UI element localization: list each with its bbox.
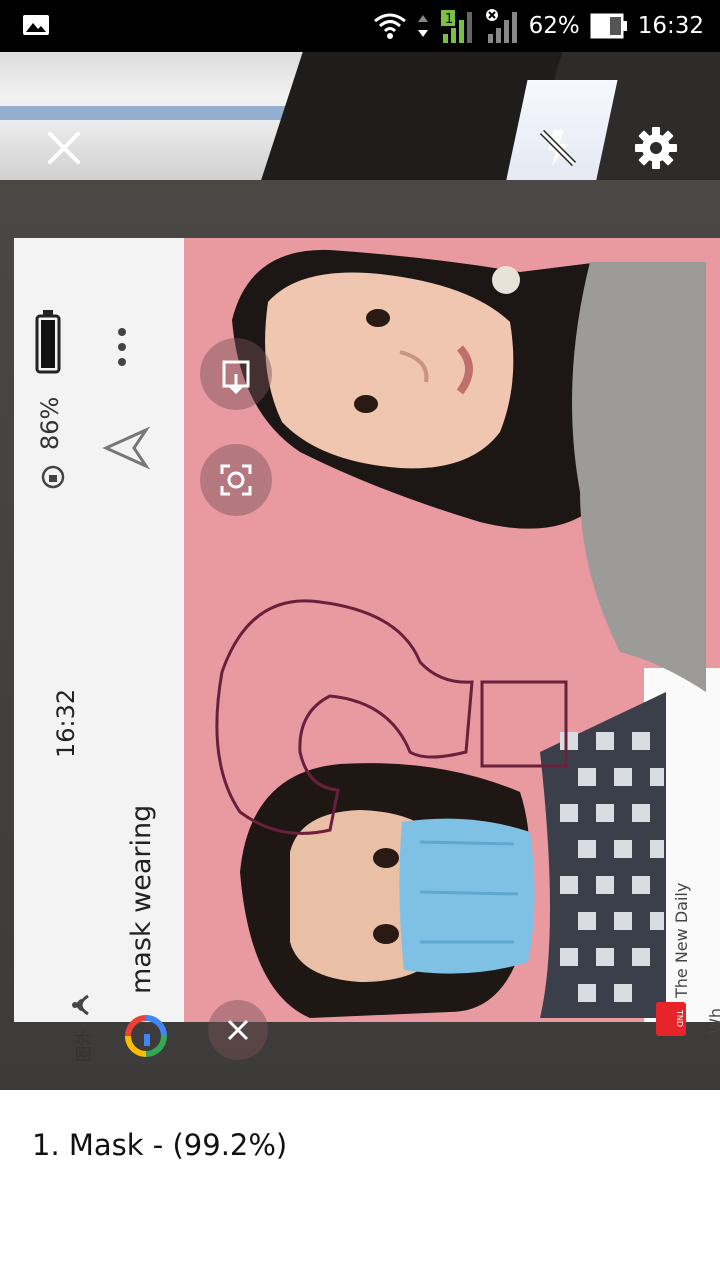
svg-text:TND: TND bbox=[675, 1009, 684, 1027]
top-person-face bbox=[265, 272, 514, 469]
battery-percent: 62% bbox=[528, 13, 580, 39]
gear-icon[interactable] bbox=[634, 126, 678, 170]
photographed-cut-text: Wh bbox=[706, 1008, 720, 1034]
sim-badge: 1 bbox=[445, 12, 453, 27]
photographed-search-query: mask wearing bbox=[126, 804, 157, 994]
photographed-google-logo-icon bbox=[125, 1015, 167, 1057]
top-person-eye-2 bbox=[354, 395, 378, 413]
classification-result: 1. Mask - (99.2%) bbox=[32, 1128, 288, 1162]
signal-sim2-icon bbox=[485, 9, 517, 43]
close-icon[interactable] bbox=[44, 128, 84, 168]
camera-classifier-screen: 1 62% 16:32 16:32 86% mask wearing The N… bbox=[0, 0, 720, 1280]
photographed-lens-button bbox=[200, 444, 272, 516]
photographed-more-icon bbox=[118, 328, 126, 366]
photographed-share-button bbox=[200, 338, 272, 410]
status-bar: 1 62% 16:32 bbox=[0, 0, 720, 52]
flash-off-icon[interactable] bbox=[536, 126, 580, 170]
photographed-close-icon bbox=[227, 1019, 249, 1041]
photographed-battery-icon bbox=[35, 310, 61, 374]
earring bbox=[492, 266, 520, 294]
photographed-tnd-logo-icon: TND bbox=[656, 1002, 686, 1036]
photographed-clock: 16:32 bbox=[52, 688, 80, 758]
photographed-source-name: The New Daily bbox=[672, 882, 691, 998]
photographed-exit-icon bbox=[222, 360, 250, 394]
photographed-battery-percent: 86% bbox=[36, 396, 64, 450]
photographed-network-label: 圈外 bbox=[74, 1029, 93, 1062]
camera-viewfinder: 16:32 86% mask wearing The New Daily Wh … bbox=[0, 52, 720, 1090]
photographed-rotation-lock-icon bbox=[41, 465, 65, 489]
gallery-icon bbox=[23, 15, 49, 35]
classification-result-panel: 1. Mask - (99.2%) bbox=[0, 1090, 720, 1280]
photographed-navigation-icon bbox=[102, 426, 150, 470]
question-mark-drawing bbox=[215, 599, 568, 835]
wifi-icon bbox=[373, 13, 406, 39]
photographed-wifi-icon bbox=[72, 994, 89, 1016]
photographed-lens-icon bbox=[220, 464, 252, 496]
data-transfer-icon bbox=[417, 15, 428, 37]
signal-sim1-icon: 1 bbox=[440, 10, 472, 43]
photo-people bbox=[232, 249, 706, 1018]
bottom-person-eye-1 bbox=[373, 848, 399, 868]
bottom-person-eye-2 bbox=[373, 924, 399, 944]
clock: 16:32 bbox=[637, 13, 704, 39]
battery-icon bbox=[590, 13, 627, 39]
top-person-eye-1 bbox=[366, 309, 390, 327]
top-person-shirt bbox=[572, 262, 706, 692]
photographed-close-button bbox=[208, 1000, 268, 1060]
